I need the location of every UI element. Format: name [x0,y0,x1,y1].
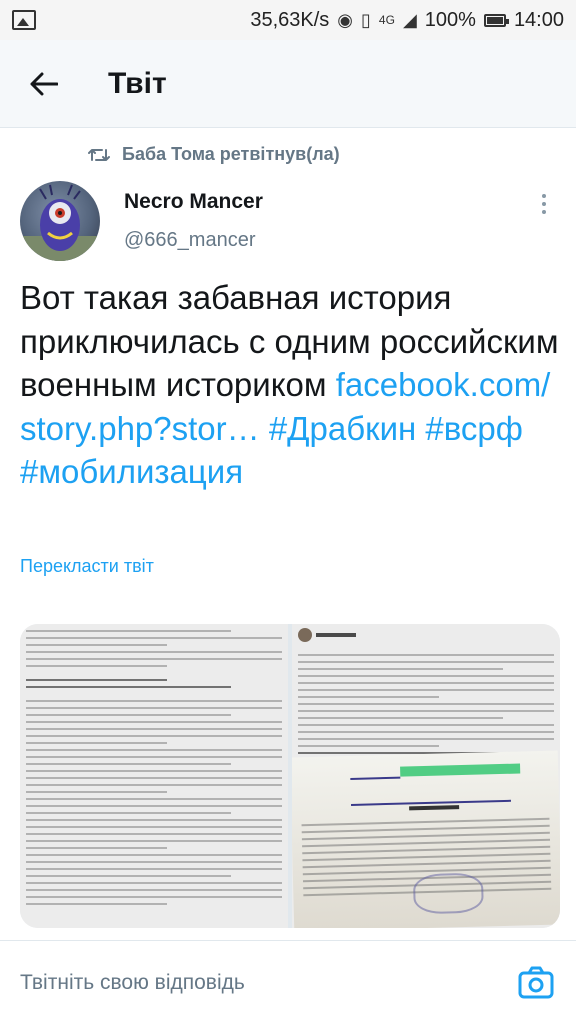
reply-input[interactable]: Твітніть свою відповідь [20,971,245,995]
hashtag[interactable]: #мобилизация [20,453,243,490]
avatar-image [20,184,100,261]
hashtag[interactable]: #Драбкин [269,410,416,447]
translate-tweet-link[interactable]: Перекласти твіт [20,556,154,577]
network-speed: 35,63K/s [250,8,330,31]
tweet-text: Вот такая забавная история приключилась … [20,276,560,494]
camera-icon [518,966,554,999]
back-button[interactable] [16,56,72,112]
battery-level: 100% [424,8,476,31]
author-name[interactable]: Necro Mancer [124,190,263,214]
reply-bar: Твітніть свою відповідь [0,940,576,1024]
app-bar: Твіт [0,40,576,128]
signal-icon: ◢ [402,9,417,30]
retweet-context[interactable]: Баба Тома ретвітнув(ла) [88,144,340,165]
tweet-media [20,624,560,928]
vibrate-icon: ▯ [361,9,371,30]
more-options-button[interactable] [532,188,556,220]
clock: 14:00 [513,8,564,31]
retweet-label: Баба Тома ретвітнув(ла) [122,144,340,164]
document-text-image [26,630,282,922]
page-title: Твіт [108,66,167,100]
author-handle[interactable]: @666_mancer [124,229,255,252]
battery-icon [483,13,509,27]
more-icon [542,194,546,198]
gallery-notification-icon [12,10,36,30]
status-bar: 35,63K/s ◉ ▯ 4G ◢ 100% 14:00 [0,0,576,40]
facebook-post-header [298,628,356,642]
back-arrow-icon [30,72,58,95]
summons-document-photo [292,750,560,928]
media-image-1[interactable] [20,624,288,928]
avatar[interactable] [20,181,100,261]
media-image-2[interactable] [292,624,560,928]
camera-button[interactable] [518,965,554,999]
post-author-avatar [298,628,312,642]
stamp [412,872,484,915]
network-type: 4G [378,13,395,27]
post-author-name [316,633,356,637]
hashtag[interactable]: #всрф [425,410,523,447]
hotspot-icon: ◉ [337,9,354,30]
retweet-icon [88,148,110,161]
